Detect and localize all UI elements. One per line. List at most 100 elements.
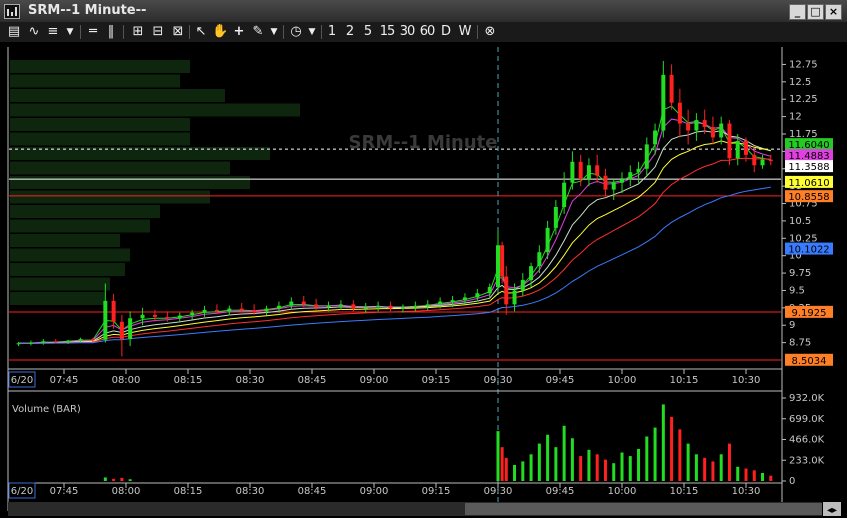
candle-body — [760, 159, 765, 166]
candle-body — [475, 293, 480, 298]
volume-bar — [112, 478, 116, 481]
price-tag-label: 11.0610 — [788, 178, 829, 189]
candle-body — [553, 207, 558, 228]
candle-body — [264, 308, 269, 312]
candle-body — [628, 172, 633, 180]
split-panel-icon[interactable]: ⊟ — [150, 24, 166, 40]
scrollbar-end-icon: ◂▸ — [827, 505, 837, 516]
period-15-button[interactable]: 15 — [379, 24, 396, 40]
volume-bar — [554, 447, 558, 481]
price-tick-label: 12.25 — [789, 94, 818, 105]
chart-toolbar: ▤ ∿ ≡ ▼ ═ ‖ ⊞ ⊟ ⊠ ↖ ✋ + ✎ ▼ ◷ ▼ 1 2 5 15… — [0, 22, 847, 43]
crosshair-icon[interactable]: + — [231, 24, 247, 40]
volume-profile-bar — [10, 263, 125, 276]
period-1-button[interactable]: 1 — [326, 24, 338, 40]
volume-bar — [570, 438, 574, 481]
volume-bar — [686, 443, 690, 481]
volume-bar — [769, 475, 773, 481]
clock-interval-icon[interactable]: ◷ — [288, 24, 304, 40]
candle-body — [570, 161, 575, 183]
indicators-icon[interactable]: ≡ — [45, 24, 61, 40]
bar-style-icon[interactable]: ▤ — [6, 24, 22, 40]
time-tick-label: 10:00 — [608, 486, 637, 497]
vertical-line-icon[interactable]: ‖ — [104, 24, 118, 40]
interval-dropdown[interactable]: ▼ — [306, 24, 318, 40]
period-60-button[interactable]: 60 — [419, 24, 436, 40]
price-tag-label: 8.5034 — [792, 356, 827, 367]
chart-type-dropdown[interactable]: ▼ — [63, 24, 77, 40]
pencil-draw-icon[interactable]: ✎ — [250, 24, 266, 40]
volume-bar — [736, 466, 740, 481]
close-button[interactable]: × — [825, 4, 842, 20]
line-style-icon[interactable]: ∿ — [26, 24, 42, 40]
candle-body — [438, 301, 443, 305]
candle-body — [425, 304, 430, 306]
clear-cancel-icon[interactable]: ⊗ — [482, 24, 498, 40]
candle-body — [78, 339, 83, 341]
pointer-icon[interactable]: ↖ — [193, 24, 209, 40]
price-tag-label: 9.1925 — [792, 308, 827, 319]
volume-profile-bar — [10, 161, 230, 175]
price-tag-label: 10.8558 — [788, 192, 829, 203]
candle-body — [239, 308, 244, 310]
time-tick-label: 08:30 — [236, 375, 265, 386]
minimize-button[interactable]: _ — [789, 4, 806, 20]
volume-bar — [637, 448, 641, 481]
price-tick-label: 9.5 — [789, 285, 805, 296]
candle-body — [636, 168, 641, 173]
title-bar[interactable]: SRM--1 Minute-- _ □ × — [0, 0, 847, 23]
candle-body — [140, 314, 145, 319]
volume-profile-bar — [10, 205, 160, 218]
period-5-button[interactable]: 5 — [362, 24, 374, 40]
time-tick-label: 08:45 — [298, 486, 327, 497]
volume-bar — [595, 454, 599, 481]
volume-bar — [579, 456, 583, 481]
scrollbar-thumb[interactable] — [465, 503, 822, 515]
candle-body — [669, 74, 674, 103]
zoom-box-icon[interactable]: ⊠ — [170, 24, 186, 40]
price-chart[interactable]: SRM--1 Minute 8.7599.259.59.751010.2510.… — [0, 42, 847, 518]
volume-bar — [128, 479, 132, 481]
volume-bar — [587, 449, 591, 481]
candle-body — [177, 315, 182, 319]
volume-profile-bar — [10, 118, 190, 131]
time-tick-label: 09:15 — [422, 375, 451, 386]
volume-bar — [546, 434, 550, 481]
candle-body — [119, 321, 124, 340]
period-30-button[interactable]: 30 — [399, 24, 416, 40]
volume-bar — [537, 443, 541, 481]
volume-bar — [612, 463, 616, 481]
candle-body — [363, 307, 368, 309]
candle-body — [545, 227, 550, 253]
candle-body — [227, 308, 232, 312]
drawing-tools-dropdown[interactable]: ▼ — [268, 24, 280, 40]
horizontal-line-icon[interactable]: ═ — [86, 24, 100, 40]
volume-profile-bar — [10, 277, 110, 291]
volume-tick-label: 699.0K — [789, 414, 825, 425]
candle-body — [400, 307, 405, 309]
time-tick-label: 09:15 — [422, 486, 451, 497]
volume-bar — [653, 427, 657, 481]
candle-body — [190, 312, 195, 316]
maximize-button[interactable]: □ — [807, 4, 824, 20]
period-2-button[interactable]: 2 — [344, 24, 356, 40]
volume-profile-bar — [10, 176, 250, 189]
crosshair-grid-icon[interactable]: ⊞ — [130, 24, 146, 40]
chart-watermark: SRM--1 Minute — [349, 132, 498, 153]
candle-body — [768, 159, 773, 162]
candle-body — [252, 309, 257, 312]
price-tag: 9.1925 — [785, 305, 833, 319]
hand-pan-icon[interactable]: ✋ — [212, 24, 228, 40]
candle-body — [500, 245, 505, 277]
volume-bar — [529, 454, 533, 481]
time-tick-label: 10:15 — [670, 486, 699, 497]
price-tag: 10.8558 — [785, 190, 833, 203]
date-label-lower: 6/20 — [11, 486, 33, 497]
volume-tick-label: 0 — [789, 476, 795, 487]
volume-bar — [628, 456, 632, 481]
candle-body — [326, 305, 331, 308]
time-tick-label: 09:30 — [484, 375, 513, 386]
price-tag-label: 10.1022 — [788, 245, 829, 256]
period-week-button[interactable]: W — [457, 24, 473, 40]
period-day-button[interactable]: D — [439, 24, 453, 40]
